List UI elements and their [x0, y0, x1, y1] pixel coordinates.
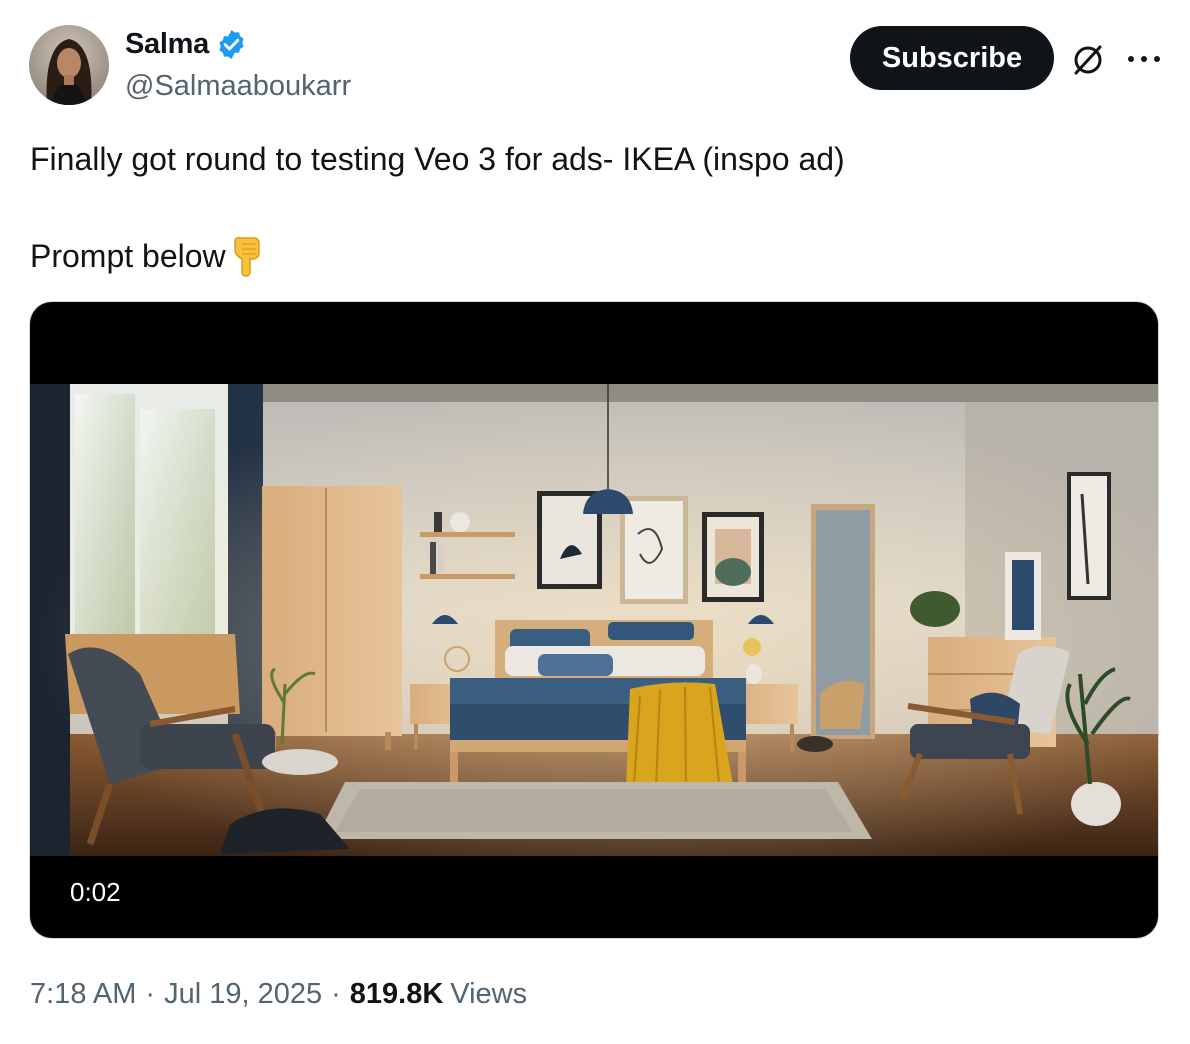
post-date[interactable]: Jul 19, 2025	[164, 978, 322, 1011]
tweet-text-line2-row: Prompt below	[30, 235, 266, 277]
display-name[interactable]: Salma	[125, 28, 209, 61]
backhand-index-pointing-down-icon	[233, 236, 260, 277]
avatar-image	[29, 25, 109, 105]
tweet-meta: 7:18 AM · Jul 19, 2025 · 819.8K Views	[30, 978, 527, 1011]
author-handle[interactable]: @Salmaaboukarr	[125, 70, 351, 103]
views-count[interactable]: 819.8K	[350, 978, 444, 1011]
meta-separator: ·	[331, 978, 341, 1010]
subscribe-button[interactable]: Subscribe	[850, 26, 1054, 90]
tweet-text-line2: Prompt below	[30, 238, 226, 274]
tweet-text-line1: Finally got round to testing Veo 3 for a…	[30, 141, 845, 177]
video-elapsed-time: 0:02	[70, 877, 121, 907]
video-frame-bedroom-scene	[30, 384, 1158, 856]
meta-separator: ·	[145, 978, 156, 1010]
more-options-icon[interactable]	[1126, 49, 1162, 69]
video-player[interactable]: 0:02	[30, 302, 1158, 938]
post-time[interactable]: 7:18 AM	[30, 978, 136, 1011]
views-label: Views	[450, 978, 528, 1010]
avatar[interactable]	[29, 25, 109, 105]
author-name-row: Salma	[125, 28, 248, 61]
grok-icon[interactable]	[1070, 42, 1106, 78]
verified-badge-icon[interactable]	[215, 28, 248, 61]
